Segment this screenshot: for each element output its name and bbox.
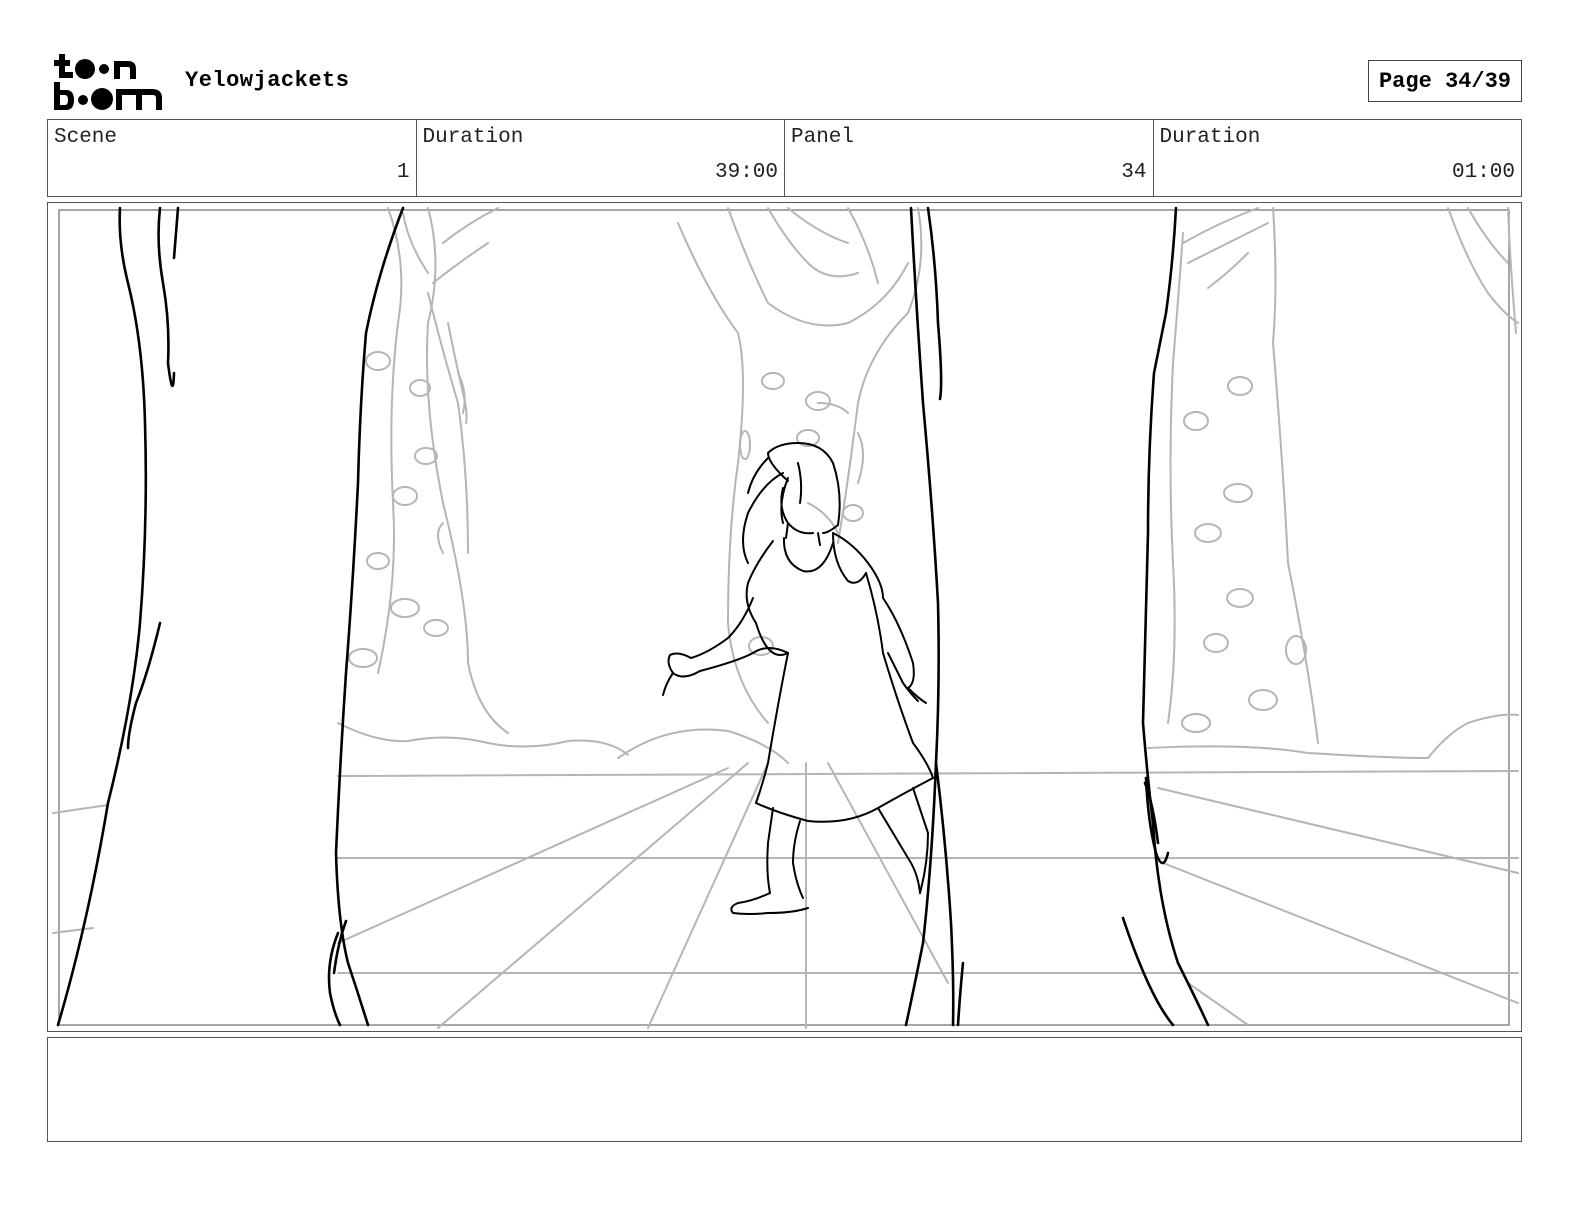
page-label: Page 34/39 bbox=[1378, 68, 1512, 94]
panel-label: Panel bbox=[791, 126, 855, 149]
safe-area-frame bbox=[58, 209, 1510, 1026]
panel-duration-label: Duration bbox=[1159, 126, 1261, 149]
project-title: Yelowjackets bbox=[185, 68, 350, 93]
panel-cell: Panel 34 bbox=[785, 120, 1154, 196]
panel-sketch bbox=[52, 206, 1519, 1029]
storyboard-panel bbox=[47, 202, 1522, 1032]
scene-duration-label: Duration bbox=[422, 126, 524, 149]
page-indicator: Page 34/39 bbox=[1368, 60, 1522, 102]
panel-notes-box[interactable] bbox=[47, 1037, 1522, 1142]
scene-label: Scene bbox=[54, 126, 118, 149]
scene-cell: Scene 1 bbox=[48, 120, 417, 196]
character-girl bbox=[662, 442, 934, 915]
scene-duration-cell: Duration 39:00 bbox=[417, 120, 785, 196]
foreground-trees bbox=[56, 206, 1210, 1027]
panel-value: 34 bbox=[1121, 161, 1147, 184]
scene-value: 1 bbox=[396, 161, 410, 184]
panel-duration-cell: Duration 01:00 bbox=[1154, 120, 1522, 196]
storyboard-info-row: Scene 1 Duration 39:00 Panel 34 Duration… bbox=[47, 119, 1522, 197]
panel-duration-value: 01:00 bbox=[1451, 161, 1515, 184]
toon-boom-logo bbox=[54, 54, 162, 110]
scene-duration-value: 39:00 bbox=[714, 161, 778, 184]
background-sketch bbox=[52, 207, 1519, 1029]
